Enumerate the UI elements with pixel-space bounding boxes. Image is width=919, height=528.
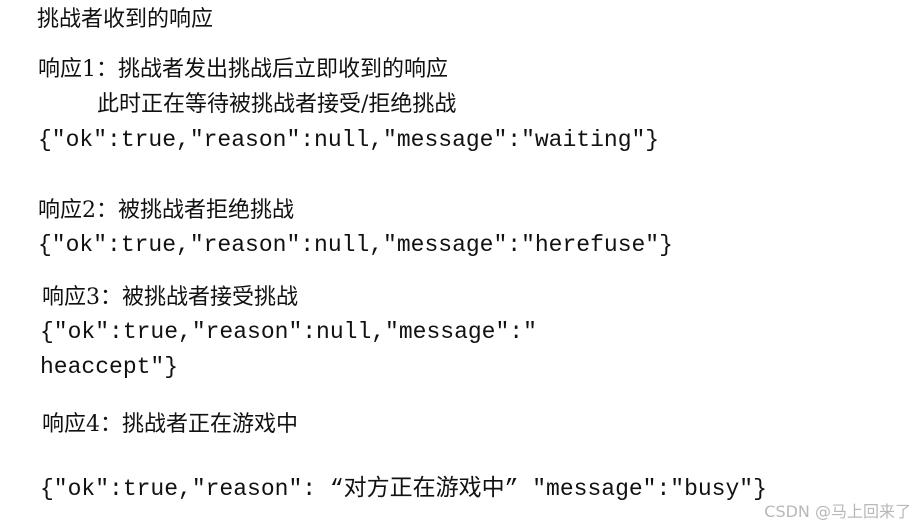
response-1-heading: 响应1：挑战者发出挑战后立即收到的响应: [38, 57, 448, 82]
response-1-json: {″ok″:true,″reason″:null,″message″:″wait…: [38, 127, 660, 153]
watermark: CSDN @马上回来了: [764, 502, 911, 521]
response-3-json-continued: heaccept″}: [40, 354, 179, 380]
response-4-heading: 响应4：挑战者正在游戏中: [42, 412, 298, 437]
response-2-heading: 响应2：被挑战者拒绝挑战: [38, 198, 294, 223]
response-1-subheading: 此时正在等待被挑战者接受/拒绝挑战: [97, 92, 457, 117]
document-title: 挑战者收到的响应: [37, 7, 214, 32]
response-3-heading: 响应3：被挑战者接受挑战: [42, 285, 298, 310]
response-4-json: {″ok″:true,″reason″: “对方正在游戏中” ″message″…: [40, 476, 767, 502]
response-2-json: {″ok″:true,″reason″:null,″message″:″here…: [38, 232, 673, 258]
response-3-json: {″ok″:true,″reason″:null,″message″:″: [40, 319, 537, 345]
